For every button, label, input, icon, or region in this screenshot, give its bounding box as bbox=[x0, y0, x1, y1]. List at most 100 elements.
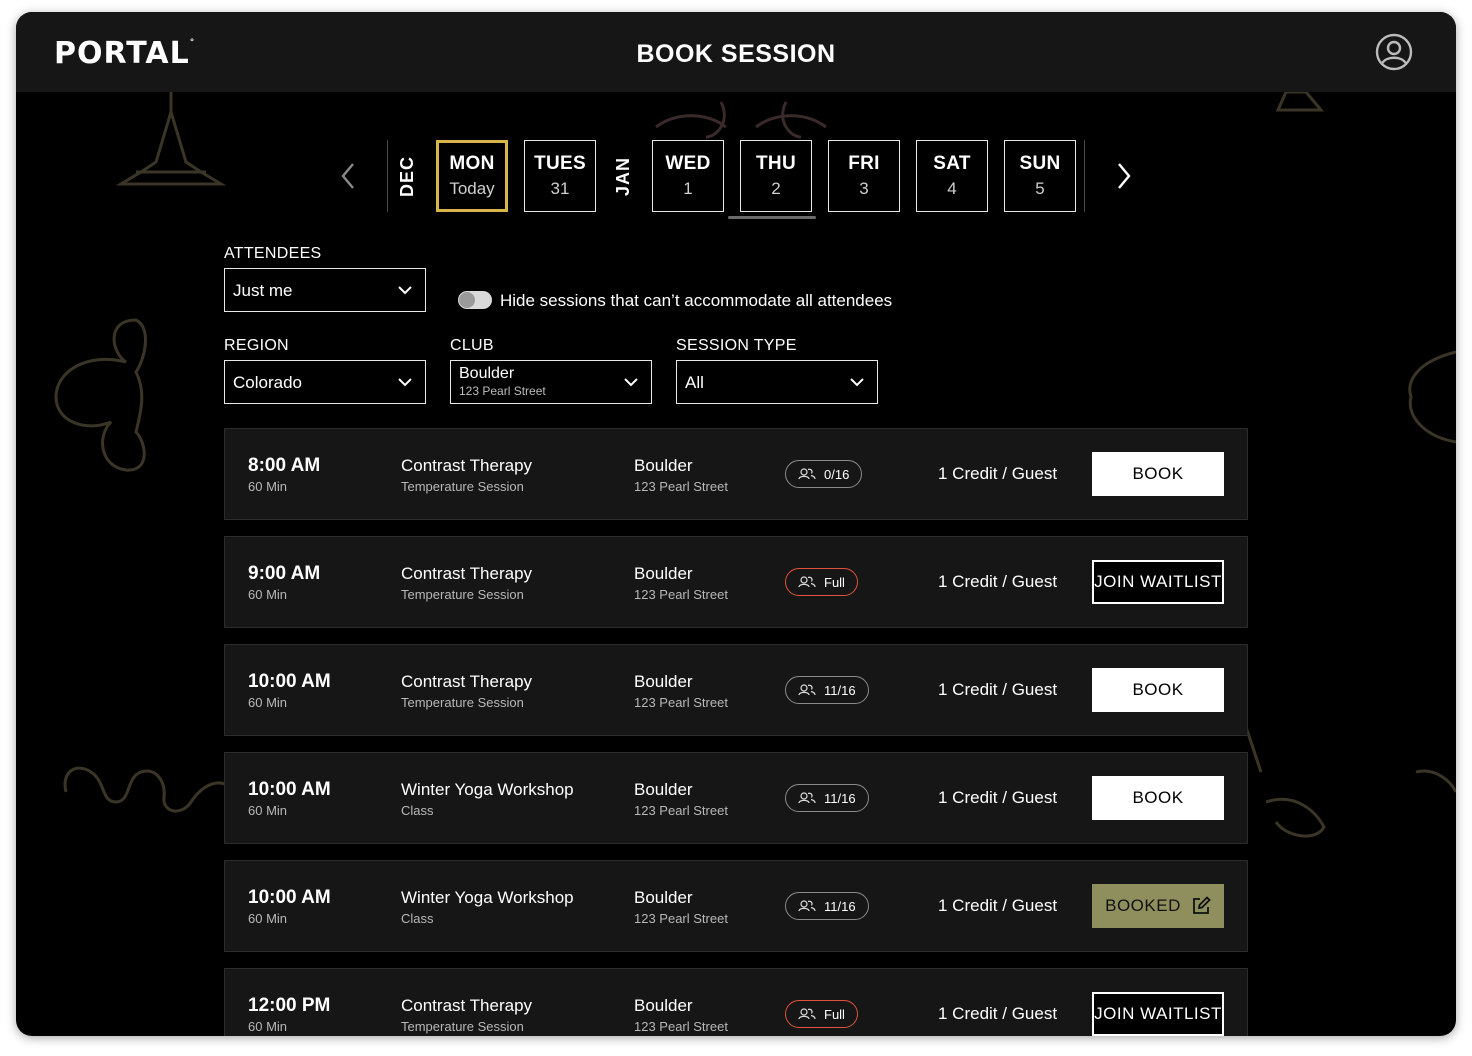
session-location: Boulder bbox=[634, 456, 693, 475]
chevron-down-icon bbox=[624, 378, 638, 387]
month-label-dec: DEC bbox=[396, 155, 417, 197]
session-type: Class bbox=[401, 911, 434, 926]
prev-week-button[interactable] bbox=[334, 156, 362, 196]
session-address: 123 Pearl Street bbox=[634, 695, 728, 710]
day-thu[interactable]: THU 2 bbox=[740, 140, 812, 212]
people-icon bbox=[798, 792, 816, 804]
day-name: TUES bbox=[534, 153, 586, 174]
book-button[interactable]: BOOK bbox=[1092, 452, 1224, 496]
session-credit: 1 Credit / Guest bbox=[938, 1004, 1058, 1023]
session-address: 123 Pearl Street bbox=[634, 479, 728, 494]
session-type: Temperature Session bbox=[401, 587, 524, 602]
hide-sessions-toggle[interactable] bbox=[458, 291, 492, 309]
session-duration: 60 Min bbox=[248, 911, 288, 926]
day-date: 31 bbox=[550, 179, 570, 198]
day-fri[interactable]: FRI 3 bbox=[828, 140, 900, 212]
attendees-select[interactable]: Just me bbox=[224, 268, 426, 312]
capacity-badge: 11/16 bbox=[785, 676, 869, 704]
booked-button[interactable]: BOOKED bbox=[1092, 884, 1224, 928]
day-date: 4 bbox=[947, 179, 957, 198]
session-type-value: All bbox=[685, 373, 704, 392]
capacity-badge: 0/16 bbox=[785, 460, 863, 488]
day-sat[interactable]: SAT 4 bbox=[916, 140, 988, 212]
people-icon bbox=[798, 1008, 816, 1020]
chevron-down-icon bbox=[398, 378, 412, 387]
account-button[interactable] bbox=[1374, 32, 1414, 72]
header: PORTAL° BOOK SESSION bbox=[16, 12, 1456, 92]
edit-icon bbox=[1192, 896, 1211, 914]
user-circle-icon bbox=[1375, 33, 1413, 71]
session-name: Winter Yoga Workshop bbox=[401, 780, 574, 799]
region-label: REGION bbox=[224, 337, 289, 354]
day-date: 3 bbox=[859, 179, 869, 198]
session-time: 10:00 AM bbox=[248, 779, 331, 800]
session-type-select[interactable]: All bbox=[676, 360, 878, 404]
chevron-down-icon bbox=[398, 286, 412, 295]
app-window: PORTAL° BOOK SESSION DEC MON Today TUES … bbox=[16, 12, 1456, 1036]
join-waitlist-button[interactable]: JOIN WAITLIST bbox=[1092, 992, 1224, 1036]
day-name: FRI bbox=[848, 153, 880, 174]
session-address: 123 Pearl Street bbox=[634, 587, 728, 602]
session-credit: 1 Credit / Guest bbox=[938, 464, 1058, 483]
day-tues[interactable]: TUES 31 bbox=[524, 140, 596, 212]
day-wed[interactable]: WED 1 bbox=[652, 140, 724, 212]
session-duration: 60 Min bbox=[248, 695, 288, 710]
day-name: WED bbox=[665, 153, 711, 174]
month-label-jan: JAN bbox=[612, 156, 633, 196]
session-credit: 1 Credit / Guest bbox=[938, 680, 1058, 699]
session-credit: 1 Credit / Guest bbox=[938, 572, 1058, 591]
strip-divider-left bbox=[387, 140, 388, 212]
club-select[interactable]: Boulder 123 Pearl Street bbox=[450, 360, 652, 404]
session-location: Boulder bbox=[634, 780, 693, 799]
chevron-left-icon bbox=[341, 163, 354, 189]
session-row: 12:00 PM 60 Min Contrast Therapy Tempera… bbox=[224, 968, 1248, 1036]
capacity-value: 11/16 bbox=[824, 790, 856, 806]
day-mon[interactable]: MON Today bbox=[436, 140, 508, 212]
capacity-value: Full bbox=[824, 1006, 845, 1022]
people-icon bbox=[798, 468, 816, 480]
session-credit: 1 Credit / Guest bbox=[938, 788, 1058, 807]
session-name: Contrast Therapy bbox=[401, 456, 533, 475]
session-duration: 60 Min bbox=[248, 587, 288, 602]
session-type-label: SESSION TYPE bbox=[676, 337, 797, 354]
main-content: DEC MON Today TUES 31 JAN WED 1 THU 2 FR… bbox=[16, 12, 1456, 1036]
day-name: SAT bbox=[933, 153, 971, 174]
day-date: 5 bbox=[1035, 179, 1045, 198]
club-label: CLUB bbox=[450, 337, 494, 354]
session-duration: 60 Min bbox=[248, 479, 288, 494]
session-row: 8:00 AM 60 Min Contrast Therapy Temperat… bbox=[224, 428, 1248, 520]
chevron-down-icon bbox=[850, 378, 864, 387]
capacity-value: Full bbox=[824, 574, 845, 590]
next-week-button[interactable] bbox=[1110, 156, 1138, 196]
session-location: Boulder bbox=[634, 672, 693, 691]
capacity-value: 0/16 bbox=[824, 466, 850, 482]
session-time: 8:00 AM bbox=[248, 455, 321, 476]
club-address: 123 Pearl Street bbox=[459, 384, 546, 398]
day-name: THU bbox=[756, 153, 796, 174]
attendees-value: Just me bbox=[233, 281, 293, 300]
book-button[interactable]: BOOK bbox=[1092, 668, 1224, 712]
session-type: Temperature Session bbox=[401, 479, 524, 494]
session-duration: 60 Min bbox=[248, 1019, 288, 1034]
session-type: Class bbox=[401, 803, 434, 818]
people-icon bbox=[798, 576, 816, 588]
region-value: Colorado bbox=[233, 373, 302, 392]
region-select[interactable]: Colorado bbox=[224, 360, 426, 404]
session-type: Temperature Session bbox=[401, 695, 524, 710]
session-location: Boulder bbox=[634, 888, 693, 907]
session-address: 123 Pearl Street bbox=[634, 1019, 728, 1034]
capacity-badge: 11/16 bbox=[785, 892, 869, 920]
capacity-value: 11/16 bbox=[824, 898, 856, 914]
attendees-label: ATTENDEES bbox=[224, 245, 322, 262]
join-waitlist-button[interactable]: JOIN WAITLIST bbox=[1092, 560, 1224, 604]
session-row: 10:00 AM 60 Min Contrast Therapy Tempera… bbox=[224, 644, 1248, 736]
session-time: 10:00 AM bbox=[248, 671, 331, 692]
session-address: 123 Pearl Street bbox=[634, 911, 728, 926]
session-name: Contrast Therapy bbox=[401, 996, 533, 1015]
day-date: 1 bbox=[683, 179, 693, 198]
day-date: Today bbox=[449, 179, 495, 198]
session-time: 10:00 AM bbox=[248, 887, 331, 908]
capacity-badge: Full bbox=[785, 1000, 858, 1028]
book-button[interactable]: BOOK bbox=[1092, 776, 1224, 820]
day-sun[interactable]: SUN 5 bbox=[1004, 140, 1076, 212]
